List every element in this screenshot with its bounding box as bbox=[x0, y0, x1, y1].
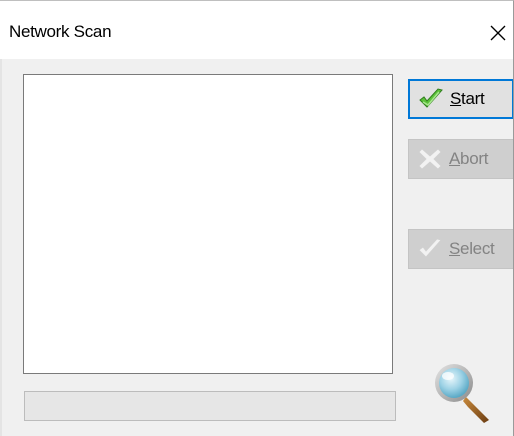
scan-results-list[interactable] bbox=[23, 74, 393, 374]
abort-label-rest: bort bbox=[460, 149, 489, 168]
title-bar: Network Scan bbox=[0, 1, 513, 59]
start-button[interactable]: Start bbox=[408, 79, 513, 119]
select-button[interactable]: Select bbox=[408, 229, 513, 269]
start-label-rest: tart bbox=[461, 89, 485, 108]
abort-button[interactable]: Abort bbox=[408, 139, 513, 179]
x-icon bbox=[417, 146, 443, 172]
select-label-rest: elect bbox=[460, 239, 495, 258]
check-icon bbox=[418, 86, 444, 112]
abort-button-label: Abort bbox=[449, 149, 488, 169]
check-icon bbox=[417, 236, 443, 262]
magnifier-icon bbox=[432, 361, 494, 423]
select-hotkey: S bbox=[449, 239, 461, 258]
select-button-label: Select bbox=[449, 239, 495, 259]
close-icon bbox=[490, 25, 506, 41]
window-left-edge bbox=[0, 59, 2, 436]
network-scan-dialog: Network Scan Start Abort Select bbox=[0, 0, 514, 436]
scan-progress-bar bbox=[24, 391, 396, 421]
close-button[interactable] bbox=[483, 13, 513, 53]
start-button-label: Start bbox=[450, 89, 485, 109]
window-title: Network Scan bbox=[9, 22, 112, 41]
start-hotkey: S bbox=[450, 89, 462, 108]
abort-hotkey: A bbox=[449, 149, 461, 168]
